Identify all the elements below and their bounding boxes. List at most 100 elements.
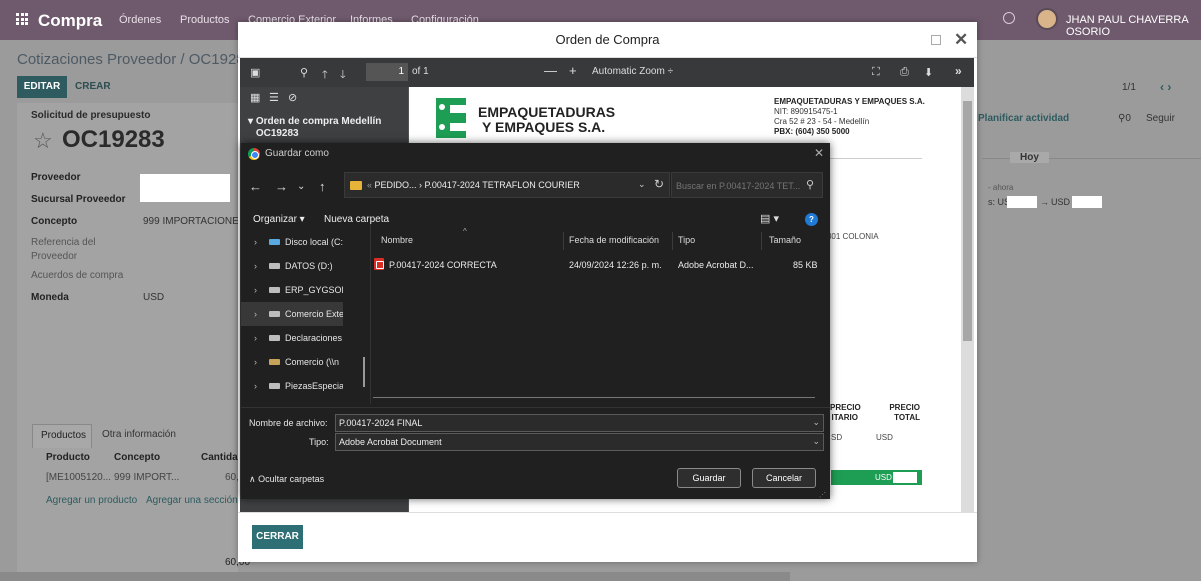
row-producto[interactable]: [ME1005120...: [46, 472, 111, 483]
avatar[interactable]: [1036, 8, 1058, 30]
list-horizontal-scrollbar[interactable]: [373, 397, 815, 398]
refresh-icon[interactable]: ↻: [654, 177, 664, 191]
save-button[interactable]: Guardar: [677, 468, 741, 488]
file-type[interactable]: Adobe Acrobat D...: [678, 260, 754, 270]
column-nombre[interactable]: Nombre: [381, 235, 413, 245]
tree-item-disco-local[interactable]: › Disco local (C:: [241, 230, 343, 254]
tab-otra-informacion[interactable]: Otra información: [94, 424, 194, 448]
tree-item-declaraciones[interactable]: › Declaraciones: [241, 326, 343, 350]
tree-item-comercio-network[interactable]: › Comercio (\\n: [241, 350, 343, 374]
close-icon[interactable]: ✕: [954, 30, 968, 50]
tree-item-datos[interactable]: › DATOS (D:): [241, 254, 343, 278]
pdf-scroll-thumb[interactable]: [963, 101, 972, 341]
zoom-select[interactable]: Automatic Zoom ÷: [592, 66, 673, 77]
expand-arrow-icon[interactable]: ›: [254, 326, 257, 350]
previous-page-icon[interactable]: 🡑: [322, 66, 328, 85]
chevron-down-icon[interactable]: ⌄: [812, 436, 820, 447]
filename-field[interactable]: P.00417-2024 FINAL ⌄: [335, 414, 824, 432]
moneda-value[interactable]: USD: [143, 292, 164, 303]
expand-arrow-icon[interactable]: ›: [254, 254, 257, 278]
cerrar-button[interactable]: CERRAR: [252, 525, 303, 549]
tree-scrollbar[interactable]: [363, 357, 365, 387]
zoom-in-icon[interactable]: +: [569, 63, 577, 78]
breadcrumb[interactable]: Cotizaciones Proveedor / OC19283: [17, 51, 253, 68]
apps-menu-icon[interactable]: [16, 13, 28, 25]
close-icon[interactable]: ✕: [814, 146, 824, 160]
create-button[interactable]: CREAR: [75, 76, 111, 98]
presentation-icon[interactable]: ⛶: [872, 66, 880, 79]
concepto-value[interactable]: 999 IMPORTACIONES: [143, 216, 245, 227]
tree-item-piezas-especiales[interactable]: › PiezasEspeciale: [241, 374, 343, 398]
column-divider[interactable]: [672, 232, 673, 250]
search-box[interactable]: ⚲: [671, 172, 823, 198]
file-modified[interactable]: 24/09/2024 12:26 p. m.: [569, 260, 662, 270]
column-divider[interactable]: [761, 232, 762, 250]
edit-button[interactable]: EDITAR: [17, 76, 67, 98]
pager-arrows-icon[interactable]: ‹ ›: [1160, 80, 1171, 94]
expand-arrow-icon[interactable]: ›: [254, 302, 257, 326]
sidebar-toggle-icon[interactable]: ▣: [250, 66, 260, 79]
column-divider[interactable]: [563, 232, 564, 250]
dialog-titlebar[interactable]: Guardar como ✕: [241, 143, 830, 165]
menu-ordenes[interactable]: Órdenes: [119, 14, 161, 26]
expand-arrow-icon[interactable]: ›: [254, 278, 257, 302]
organize-menu[interactable]: Organizar ▾: [253, 214, 305, 225]
column-tamano[interactable]: Tamaño: [769, 235, 801, 245]
outline-item[interactable]: ▾ Orden de compra Medellín OC19283: [248, 116, 386, 140]
file-name[interactable]: P.00417-2024 CORRECTA: [389, 260, 497, 270]
activity-clock-icon[interactable]: [1003, 12, 1015, 24]
column-producto[interactable]: Producto: [46, 452, 90, 463]
address-bar[interactable]: « PEDIDO... › P.00417-2024 TETRAFLON COU…: [344, 172, 670, 198]
add-section-link[interactable]: Agregar una sección: [146, 495, 238, 506]
resize-grip-icon[interactable]: ⋰: [819, 491, 826, 499]
maximize-icon[interactable]: [931, 35, 941, 45]
column-fecha[interactable]: Fecha de modificación: [569, 235, 659, 245]
app-name[interactable]: Compra: [38, 11, 102, 31]
tree-item-comercio-exterior[interactable]: › Comercio Exte: [241, 302, 343, 326]
thumbnails-icon[interactable]: ▦: [250, 91, 260, 104]
attachments-icon[interactable]: ⊘: [288, 91, 297, 104]
file-size[interactable]: 85 KB: [793, 260, 818, 270]
tree-item-erp-gygsoft[interactable]: › ERP_GYGSOFT: [241, 278, 343, 302]
forward-arrow-icon[interactable]: →: [275, 179, 288, 194]
page-horizontal-scrollbar[interactable]: [0, 572, 790, 581]
user-name[interactable]: JHAN PAUL CHAVERRA OSORIO: [1066, 14, 1201, 38]
column-tipo[interactable]: Tipo: [678, 235, 695, 245]
help-icon[interactable]: ?: [805, 213, 818, 226]
tab-productos[interactable]: Productos: [32, 424, 92, 448]
row-cantidad[interactable]: 60,: [225, 472, 239, 483]
hide-folders-toggle[interactable]: ∧ Ocultar carpetas: [249, 474, 324, 485]
download-icon[interactable]: ⬇: [924, 66, 933, 79]
row-concepto[interactable]: 999 IMPORT...: [114, 472, 179, 483]
star-icon[interactable]: ☆: [33, 128, 53, 154]
recent-chevron-icon[interactable]: ⌄: [297, 181, 305, 192]
search-input[interactable]: [676, 178, 800, 193]
cancel-button[interactable]: Cancelar: [752, 468, 816, 488]
outline-icon[interactable]: ☰: [269, 91, 279, 104]
new-folder-button[interactable]: Nueva carpeta: [324, 214, 389, 225]
next-page-icon[interactable]: 🡓: [340, 66, 346, 85]
search-icon[interactable]: ⚲: [300, 66, 308, 79]
planificar-actividad-button[interactable]: Planificar actividad: [978, 113, 1069, 124]
expand-arrow-icon[interactable]: ›: [254, 350, 257, 374]
up-arrow-icon[interactable]: ↑: [319, 179, 326, 194]
print-icon[interactable]: ⎙: [900, 66, 909, 79]
filetype-select[interactable]: Adobe Acrobat Document ⌄: [335, 433, 824, 451]
tools-chevron-icon[interactable]: »: [955, 64, 962, 78]
proveedor-field[interactable]: [140, 174, 230, 202]
th-pt-2: TOTAL: [894, 413, 920, 422]
menu-productos[interactable]: Productos: [180, 14, 230, 26]
pdf-vertical-scrollbar[interactable]: [961, 87, 974, 512]
chevron-down-icon[interactable]: ⌄: [812, 417, 820, 428]
view-options-icon[interactable]: ▤ ▾: [760, 212, 779, 225]
add-product-link[interactable]: Agregar un producto: [46, 495, 137, 506]
followers-count[interactable]: ⚲0: [1118, 113, 1131, 124]
expand-arrow-icon[interactable]: ›: [254, 230, 257, 254]
zoom-out-icon[interactable]: —: [544, 63, 557, 78]
back-arrow-icon[interactable]: ←: [249, 179, 262, 194]
expand-arrow-icon[interactable]: ›: [254, 374, 257, 398]
column-concepto[interactable]: Concepto: [114, 452, 160, 463]
chevron-down-icon[interactable]: ⌄: [638, 179, 646, 190]
page-number-input[interactable]: 1: [366, 63, 408, 81]
seguir-button[interactable]: Seguir: [1146, 113, 1175, 124]
